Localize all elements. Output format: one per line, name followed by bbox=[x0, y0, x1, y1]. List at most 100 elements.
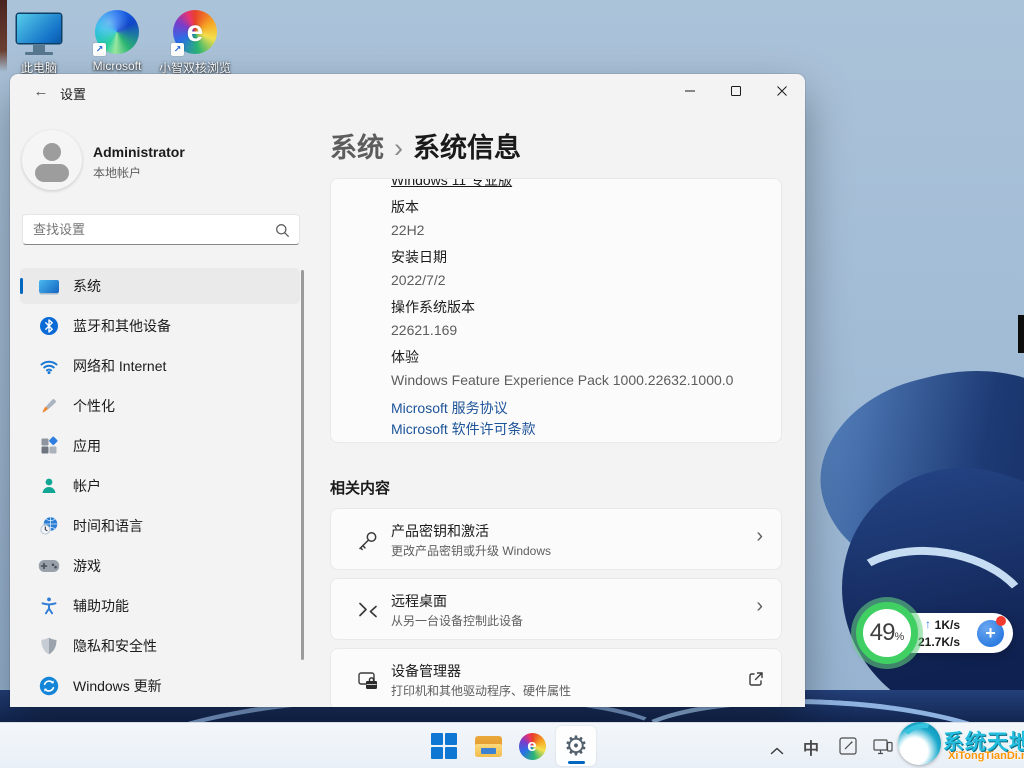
breadcrumb: 系统›系统信息 bbox=[330, 126, 521, 165]
search-input[interactable] bbox=[33, 215, 263, 244]
minimize-button[interactable] bbox=[667, 74, 713, 108]
spec-label: 版本 bbox=[391, 197, 419, 217]
sidebar-item-privacy[interactable]: 隐私和安全性 bbox=[20, 628, 300, 664]
chevron-right-icon: › bbox=[756, 595, 763, 618]
card-title: 产品密钥和激活 bbox=[391, 521, 489, 541]
settings-taskbar-button[interactable]: ⚙ bbox=[556, 726, 596, 766]
spec-value: 22H2 bbox=[391, 222, 424, 238]
spec-label: 安装日期 bbox=[391, 247, 447, 267]
card-subtitle: 从另一台设备控制此设备 bbox=[391, 612, 523, 629]
windows-edition-clipped: Windows 11 专业版 bbox=[391, 178, 512, 190]
sidebar-item-accounts[interactable]: 帐户 bbox=[20, 468, 300, 504]
apps-icon bbox=[38, 435, 60, 457]
personalization-icon bbox=[38, 395, 60, 417]
privacy-shield-icon bbox=[38, 635, 60, 657]
selected-indicator bbox=[20, 278, 23, 294]
sidebar-item-windows-update[interactable]: Windows 更新 bbox=[20, 668, 300, 704]
card-subtitle: 打印机和其他驱动程序、硬件属性 bbox=[391, 682, 571, 699]
tray-chevron-up-icon[interactable] bbox=[770, 742, 784, 760]
maximize-button[interactable] bbox=[713, 74, 759, 108]
memory-usage-circle[interactable]: 49% bbox=[856, 602, 918, 664]
gaming-icon bbox=[38, 555, 60, 577]
close-button[interactable] bbox=[759, 74, 805, 108]
browser-icon: e bbox=[519, 733, 546, 760]
page-title: 系统信息 bbox=[413, 133, 521, 163]
windows-update-icon bbox=[38, 675, 60, 697]
folder-icon bbox=[475, 736, 502, 757]
gear-icon: ⚙ bbox=[564, 733, 588, 760]
sidebar-scrollbar[interactable] bbox=[301, 270, 304, 660]
avatar bbox=[22, 130, 82, 190]
sidebar-item-personalization[interactable]: 个性化 bbox=[20, 388, 300, 424]
ime-indicator[interactable]: 中 bbox=[803, 735, 819, 759]
start-button[interactable] bbox=[424, 726, 464, 766]
license-terms-link[interactable]: Microsoft 软件许可条款 bbox=[391, 419, 536, 439]
back-button[interactable]: ← bbox=[28, 81, 54, 103]
window-title: 设置 bbox=[60, 84, 86, 103]
settings-search[interactable] bbox=[22, 214, 300, 245]
external-link-icon bbox=[747, 670, 765, 693]
file-explorer-button[interactable] bbox=[468, 726, 508, 766]
desktop-icon-xiaozhi-browser[interactable]: e ↗ 小智双核浏览 bbox=[156, 8, 234, 76]
windows-specs-card: Windows 11 专业版 版本 22H2 安装日期 2022/7/2 操作系… bbox=[330, 178, 782, 443]
close-icon bbox=[776, 85, 788, 97]
taskbar: e ⚙ 中 bbox=[0, 722, 1024, 768]
system-icon bbox=[38, 275, 60, 297]
active-app-indicator bbox=[568, 761, 585, 764]
desktop-icon-microsoft-edge[interactable]: ↗ Microsoft bbox=[78, 8, 156, 73]
sidebar-item-system[interactable]: 系统 bbox=[20, 268, 300, 304]
sidebar-item-apps[interactable]: 应用 bbox=[20, 428, 300, 464]
sidebar-item-time-language[interactable]: 时间和语言 bbox=[20, 508, 300, 544]
title-bar: ← 设置 bbox=[10, 74, 805, 110]
device-manager-card[interactable]: 设备管理器 打印机和其他驱动程序、硬件属性 bbox=[330, 648, 782, 707]
sidebar-item-accessibility[interactable]: 辅助功能 bbox=[20, 588, 300, 624]
card-title: 设备管理器 bbox=[391, 661, 461, 681]
time-language-icon bbox=[38, 515, 60, 537]
remote-desktop-card[interactable]: 远程桌面 从另一台设备控制此设备 › bbox=[330, 578, 782, 640]
sidebar-item-bluetooth[interactable]: 蓝牙和其他设备 bbox=[20, 308, 300, 344]
related-content-heading: 相关内容 bbox=[330, 477, 390, 498]
minimize-icon bbox=[684, 85, 696, 97]
sidebar-item-network[interactable]: 网络和 Internet bbox=[20, 348, 300, 384]
network-icon bbox=[38, 355, 60, 377]
windows-logo-icon bbox=[431, 733, 457, 759]
device-manager-icon bbox=[355, 668, 381, 694]
watermark-domain: XiTongTianDi.net bbox=[948, 750, 1024, 762]
display-devices-icon[interactable] bbox=[872, 737, 894, 762]
spec-label: 操作系统版本 bbox=[391, 297, 475, 317]
breadcrumb-separator-icon: › bbox=[384, 133, 413, 163]
browser-button[interactable]: e bbox=[512, 726, 552, 766]
edge-icon: ↗ bbox=[93, 8, 141, 56]
sidebar-item-gaming[interactable]: 游戏 bbox=[20, 548, 300, 584]
search-icon bbox=[275, 223, 290, 243]
xiaozhi-browser-icon: e ↗ bbox=[171, 8, 219, 56]
pen-tablet-icon[interactable] bbox=[838, 736, 858, 761]
shortcut-arrow-icon: ↗ bbox=[171, 43, 184, 56]
settings-window: ← 设置 Administrator 本地帐户 bbox=[10, 74, 805, 707]
shortcut-arrow-icon: ↗ bbox=[93, 43, 106, 56]
breadcrumb-parent[interactable]: 系统 bbox=[330, 133, 384, 163]
card-subtitle: 更改产品密钥或升级 Windows bbox=[391, 542, 551, 559]
chevron-right-icon: › bbox=[756, 525, 763, 548]
spec-label: 体验 bbox=[391, 347, 419, 367]
spec-value: 2022/7/2 bbox=[391, 272, 446, 288]
services-agreement-link[interactable]: Microsoft 服务协议 bbox=[391, 398, 508, 418]
remote-desktop-icon bbox=[355, 598, 381, 624]
account-name: Administrator bbox=[93, 144, 185, 160]
key-icon bbox=[355, 528, 381, 554]
account-type: 本地帐户 bbox=[93, 164, 141, 181]
maximize-icon bbox=[730, 85, 742, 97]
spec-value: 22621.169 bbox=[391, 322, 457, 338]
bluetooth-icon bbox=[38, 315, 60, 337]
product-key-activation-card[interactable]: 产品密钥和激活 更改产品密钥或升级 Windows › bbox=[330, 508, 782, 570]
accounts-icon bbox=[38, 475, 60, 497]
card-title: 远程桌面 bbox=[391, 591, 447, 611]
desktop-icon-this-pc[interactable]: 此电脑 bbox=[0, 8, 78, 76]
spec-value: Windows Feature Experience Pack 1000.226… bbox=[391, 372, 733, 388]
desktop-icon-label: Microsoft bbox=[78, 59, 156, 73]
desktop: 此电脑 ↗ Microsoft e ↗ 小智双核浏览 ← 设置 bbox=[0, 0, 1024, 768]
screen-edge-artifact bbox=[1018, 315, 1024, 353]
notification-dot bbox=[996, 616, 1006, 626]
accessibility-icon bbox=[38, 595, 60, 617]
this-pc-icon bbox=[15, 8, 63, 56]
